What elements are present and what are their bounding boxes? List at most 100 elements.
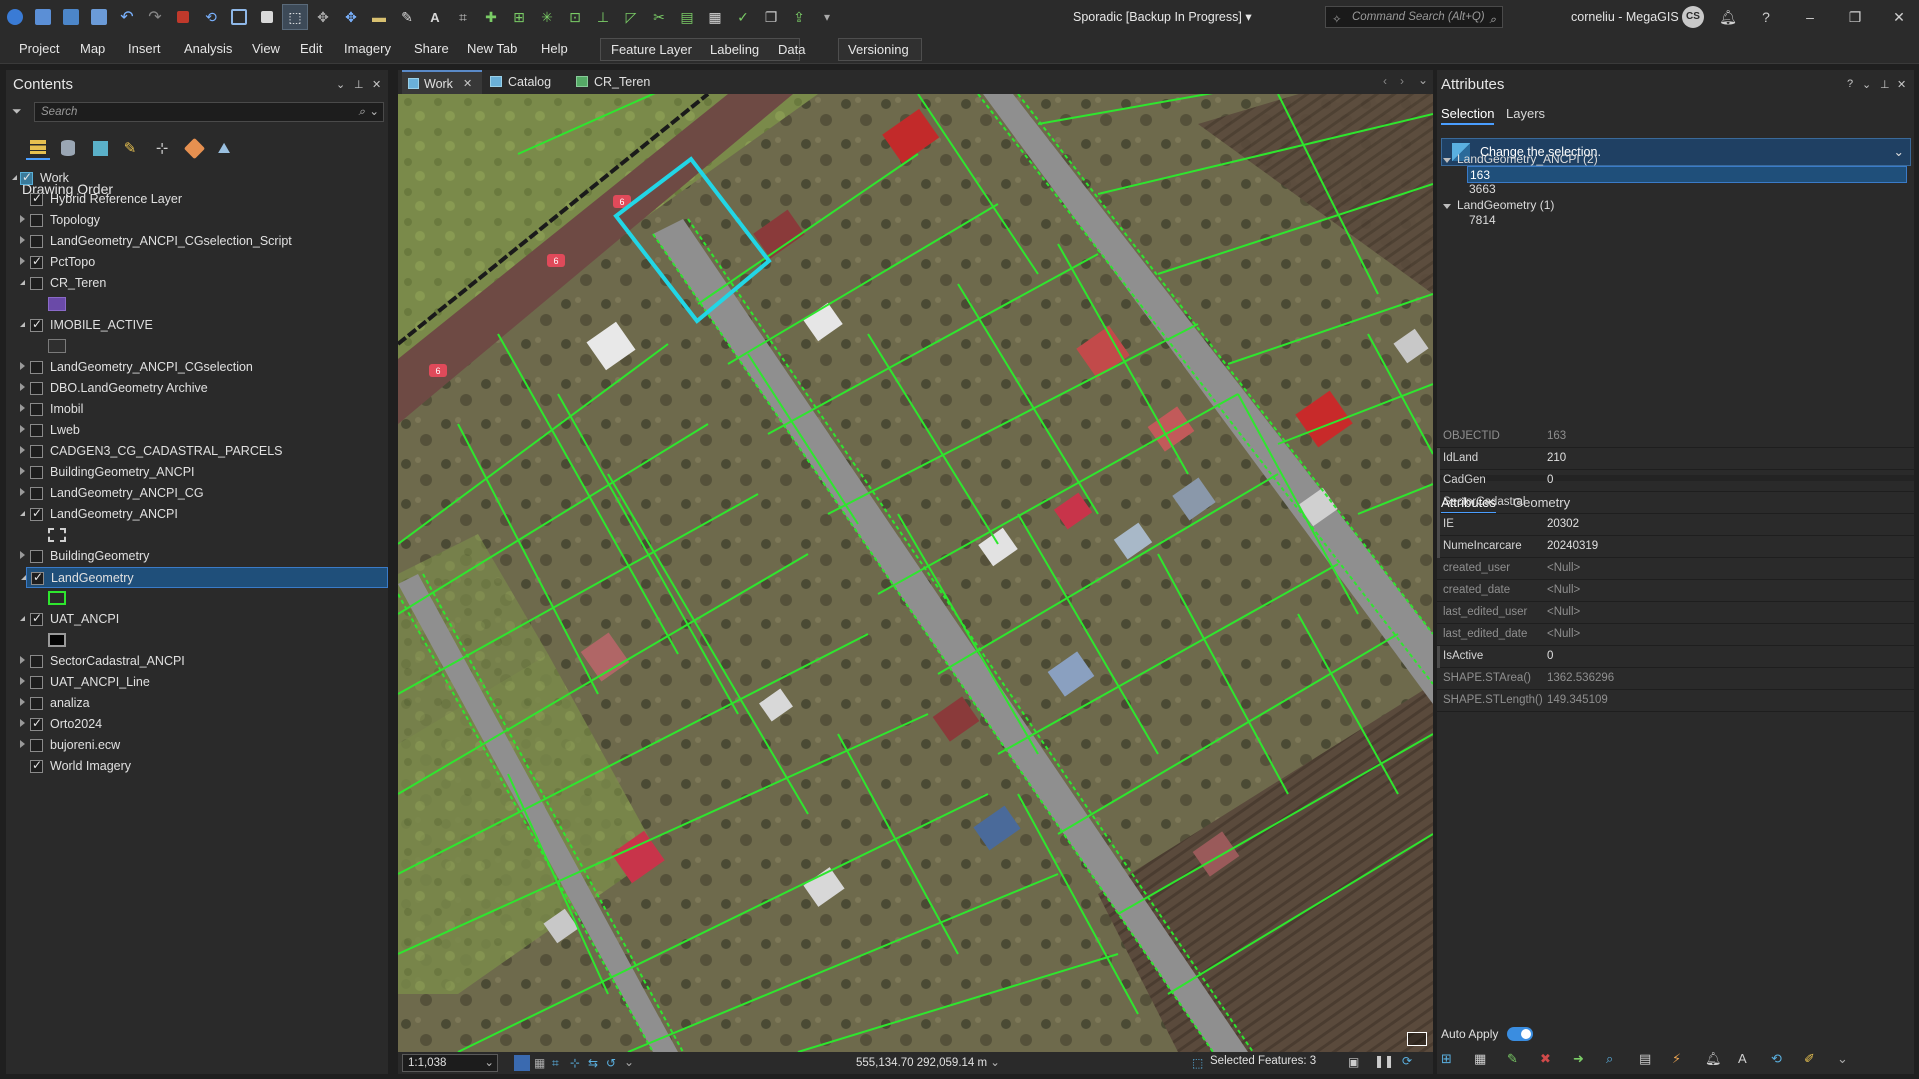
- history-icon[interactable]: ⟲: [1771, 1051, 1789, 1069]
- chevron-down-icon[interactable]: ⌄: [1837, 1051, 1855, 1069]
- field-value[interactable]: 0: [1547, 474, 1553, 486]
- stop-icon[interactable]: [170, 4, 196, 30]
- buffer-icon[interactable]: ⊡: [562, 4, 588, 30]
- tab-insert[interactable]: Insert: [128, 34, 161, 64]
- refresh-icon[interactable]: ⟳: [1402, 1054, 1412, 1068]
- layer-visibility-checkbox[interactable]: [30, 235, 43, 248]
- layer-symbol-swatch[interactable]: [48, 633, 66, 647]
- reshape-icon[interactable]: ◸: [618, 4, 644, 30]
- layer-row[interactable]: bujoreni.ecw: [6, 735, 388, 756]
- select-tool-icon[interactable]: ⬚: [282, 4, 308, 30]
- field-value[interactable]: 210: [1547, 452, 1566, 464]
- selected-feature-item[interactable]: 3663: [1467, 181, 1496, 198]
- pin-icon[interactable]: ⊥: [354, 78, 364, 91]
- layer-row[interactable]: Topology: [6, 210, 388, 231]
- layer-row[interactable]: World Imagery: [6, 756, 388, 777]
- layer-visibility-checkbox[interactable]: [30, 611, 43, 626]
- field-value[interactable]: 0: [1547, 650, 1553, 662]
- expand-icon[interactable]: [20, 677, 25, 685]
- app-logo-icon[interactable]: [2, 4, 28, 30]
- split-icon[interactable]: ⌗: [450, 4, 476, 30]
- attribute-row[interactable]: IsActive 0: [1437, 646, 1914, 668]
- close-icon[interactable]: ✕: [463, 72, 472, 96]
- edit-icon[interactable]: ✎: [1507, 1051, 1525, 1069]
- layer-visibility-checkbox[interactable]: [30, 739, 43, 752]
- measure-icon[interactable]: ⇆: [588, 1056, 598, 1070]
- list-by-source-icon[interactable]: [56, 136, 80, 160]
- expand-icon[interactable]: [20, 488, 25, 496]
- attribute-row[interactable]: SectorCadastral: [1437, 492, 1914, 514]
- scale-selector[interactable]: 1:1,038 ⌄: [402, 1054, 498, 1072]
- open-project-icon[interactable]: [58, 4, 84, 30]
- tab-catalog[interactable]: Catalog: [482, 70, 572, 94]
- layer-row[interactable]: UAT_ANCPI_Line: [6, 672, 388, 693]
- layer-row[interactable]: BuildingGeometry: [6, 546, 388, 567]
- expand-icon[interactable]: [20, 236, 25, 244]
- tab-versioning[interactable]: Versioning: [848, 39, 909, 60]
- restore-icon[interactable]: ❐: [1835, 0, 1875, 34]
- chevron-down-icon[interactable]: ⌄: [1418, 73, 1428, 87]
- copy-icon[interactable]: ❐: [758, 4, 784, 30]
- help-icon[interactable]: ?: [1746, 0, 1786, 34]
- tab-labeling[interactable]: Labeling: [710, 39, 759, 60]
- layer-row[interactable]: analiza: [6, 693, 388, 714]
- layers-icon[interactable]: ⊞: [1441, 1051, 1459, 1069]
- expand-icon[interactable]: [20, 740, 25, 748]
- pin-icon[interactable]: ⊥: [1880, 78, 1890, 91]
- layer-visibility-checkbox[interactable]: [30, 506, 43, 521]
- selected-feature-item[interactable]: 163: [1467, 166, 1907, 183]
- move-tool-icon[interactable]: ✥: [310, 4, 336, 30]
- flash-icon[interactable]: ⚡: [1672, 1051, 1690, 1069]
- tab-edit[interactable]: Edit: [300, 34, 322, 64]
- chevron-down-icon[interactable]: ⌄: [1862, 78, 1871, 91]
- expand-icon[interactable]: [20, 404, 25, 412]
- attribute-row[interactable]: IE 20302: [1437, 514, 1914, 536]
- layout-icon[interactable]: [226, 4, 252, 30]
- collapse-icon[interactable]: [20, 616, 25, 621]
- collapse-icon[interactable]: [20, 511, 25, 516]
- rotate-icon[interactable]: ↺: [606, 1056, 616, 1070]
- layer-row[interactable]: PctTopo: [6, 252, 388, 273]
- layer-visibility-checkbox[interactable]: [30, 254, 43, 269]
- refresh-icon[interactable]: ⟲: [198, 4, 224, 30]
- expand-icon[interactable]: [20, 656, 25, 664]
- layer-visibility-checkbox[interactable]: [30, 403, 43, 416]
- selected-feature-item[interactable]: 7814: [1467, 212, 1496, 229]
- layer-symbol-swatch[interactable]: [48, 591, 66, 605]
- layer-visibility-checkbox[interactable]: [30, 277, 43, 290]
- expand-icon[interactable]: [20, 362, 25, 370]
- pause-icon[interactable]: ❚❚: [1374, 1054, 1394, 1068]
- layer-row[interactable]: UAT_ANCPI: [6, 609, 388, 630]
- attribute-row[interactable]: NumeIncarcare 20240319: [1437, 536, 1914, 558]
- layer-visibility-checkbox[interactable]: [20, 170, 33, 185]
- layer-visibility-checkbox[interactable]: [30, 716, 43, 731]
- tab-share[interactable]: Share: [414, 34, 449, 64]
- notify-icon[interactable]: 🔔︎: [1705, 1051, 1723, 1069]
- tab-selection[interactable]: Selection: [1441, 106, 1495, 125]
- grid-icon[interactable]: [254, 4, 280, 30]
- layer-visibility-checkbox[interactable]: [30, 466, 43, 479]
- layer-visibility-checkbox[interactable]: [30, 361, 43, 374]
- layer-row[interactable]: LandGeometry_ANCPI_CGselection: [6, 357, 388, 378]
- layer-row[interactable]: Imobil: [6, 399, 388, 420]
- selection-group[interactable]: LandGeometry (1): [1443, 197, 1554, 214]
- move-tool-icon[interactable]: ✥: [338, 4, 364, 30]
- attribute-row[interactable]: IdLand 210: [1437, 448, 1914, 470]
- layer-row[interactable]: IMOBILE_ACTIVE: [6, 315, 388, 336]
- layer-visibility-checkbox[interactable]: [30, 550, 43, 563]
- layer-visibility-checkbox[interactable]: [30, 214, 43, 227]
- add-point-icon[interactable]: ✚: [478, 4, 504, 30]
- layer-visibility-checkbox[interactable]: [30, 697, 43, 710]
- layer-row[interactable]: Work: [6, 168, 388, 189]
- list-by-labeling-icon[interactable]: [182, 136, 206, 160]
- chevron-down-icon[interactable]: ⌄: [369, 103, 379, 121]
- explode-icon[interactable]: ✳: [534, 4, 560, 30]
- export-icon[interactable]: ⇪: [786, 4, 812, 30]
- save-project-icon[interactable]: [86, 4, 112, 30]
- new-project-icon[interactable]: [30, 4, 56, 30]
- layer-visibility-checkbox[interactable]: [30, 424, 43, 437]
- layer-symbol-swatch[interactable]: [48, 528, 66, 542]
- layer-row[interactable]: LandGeometry: [21, 567, 388, 588]
- clip-icon[interactable]: ✂: [646, 4, 672, 30]
- layer-row[interactable]: Lweb: [6, 420, 388, 441]
